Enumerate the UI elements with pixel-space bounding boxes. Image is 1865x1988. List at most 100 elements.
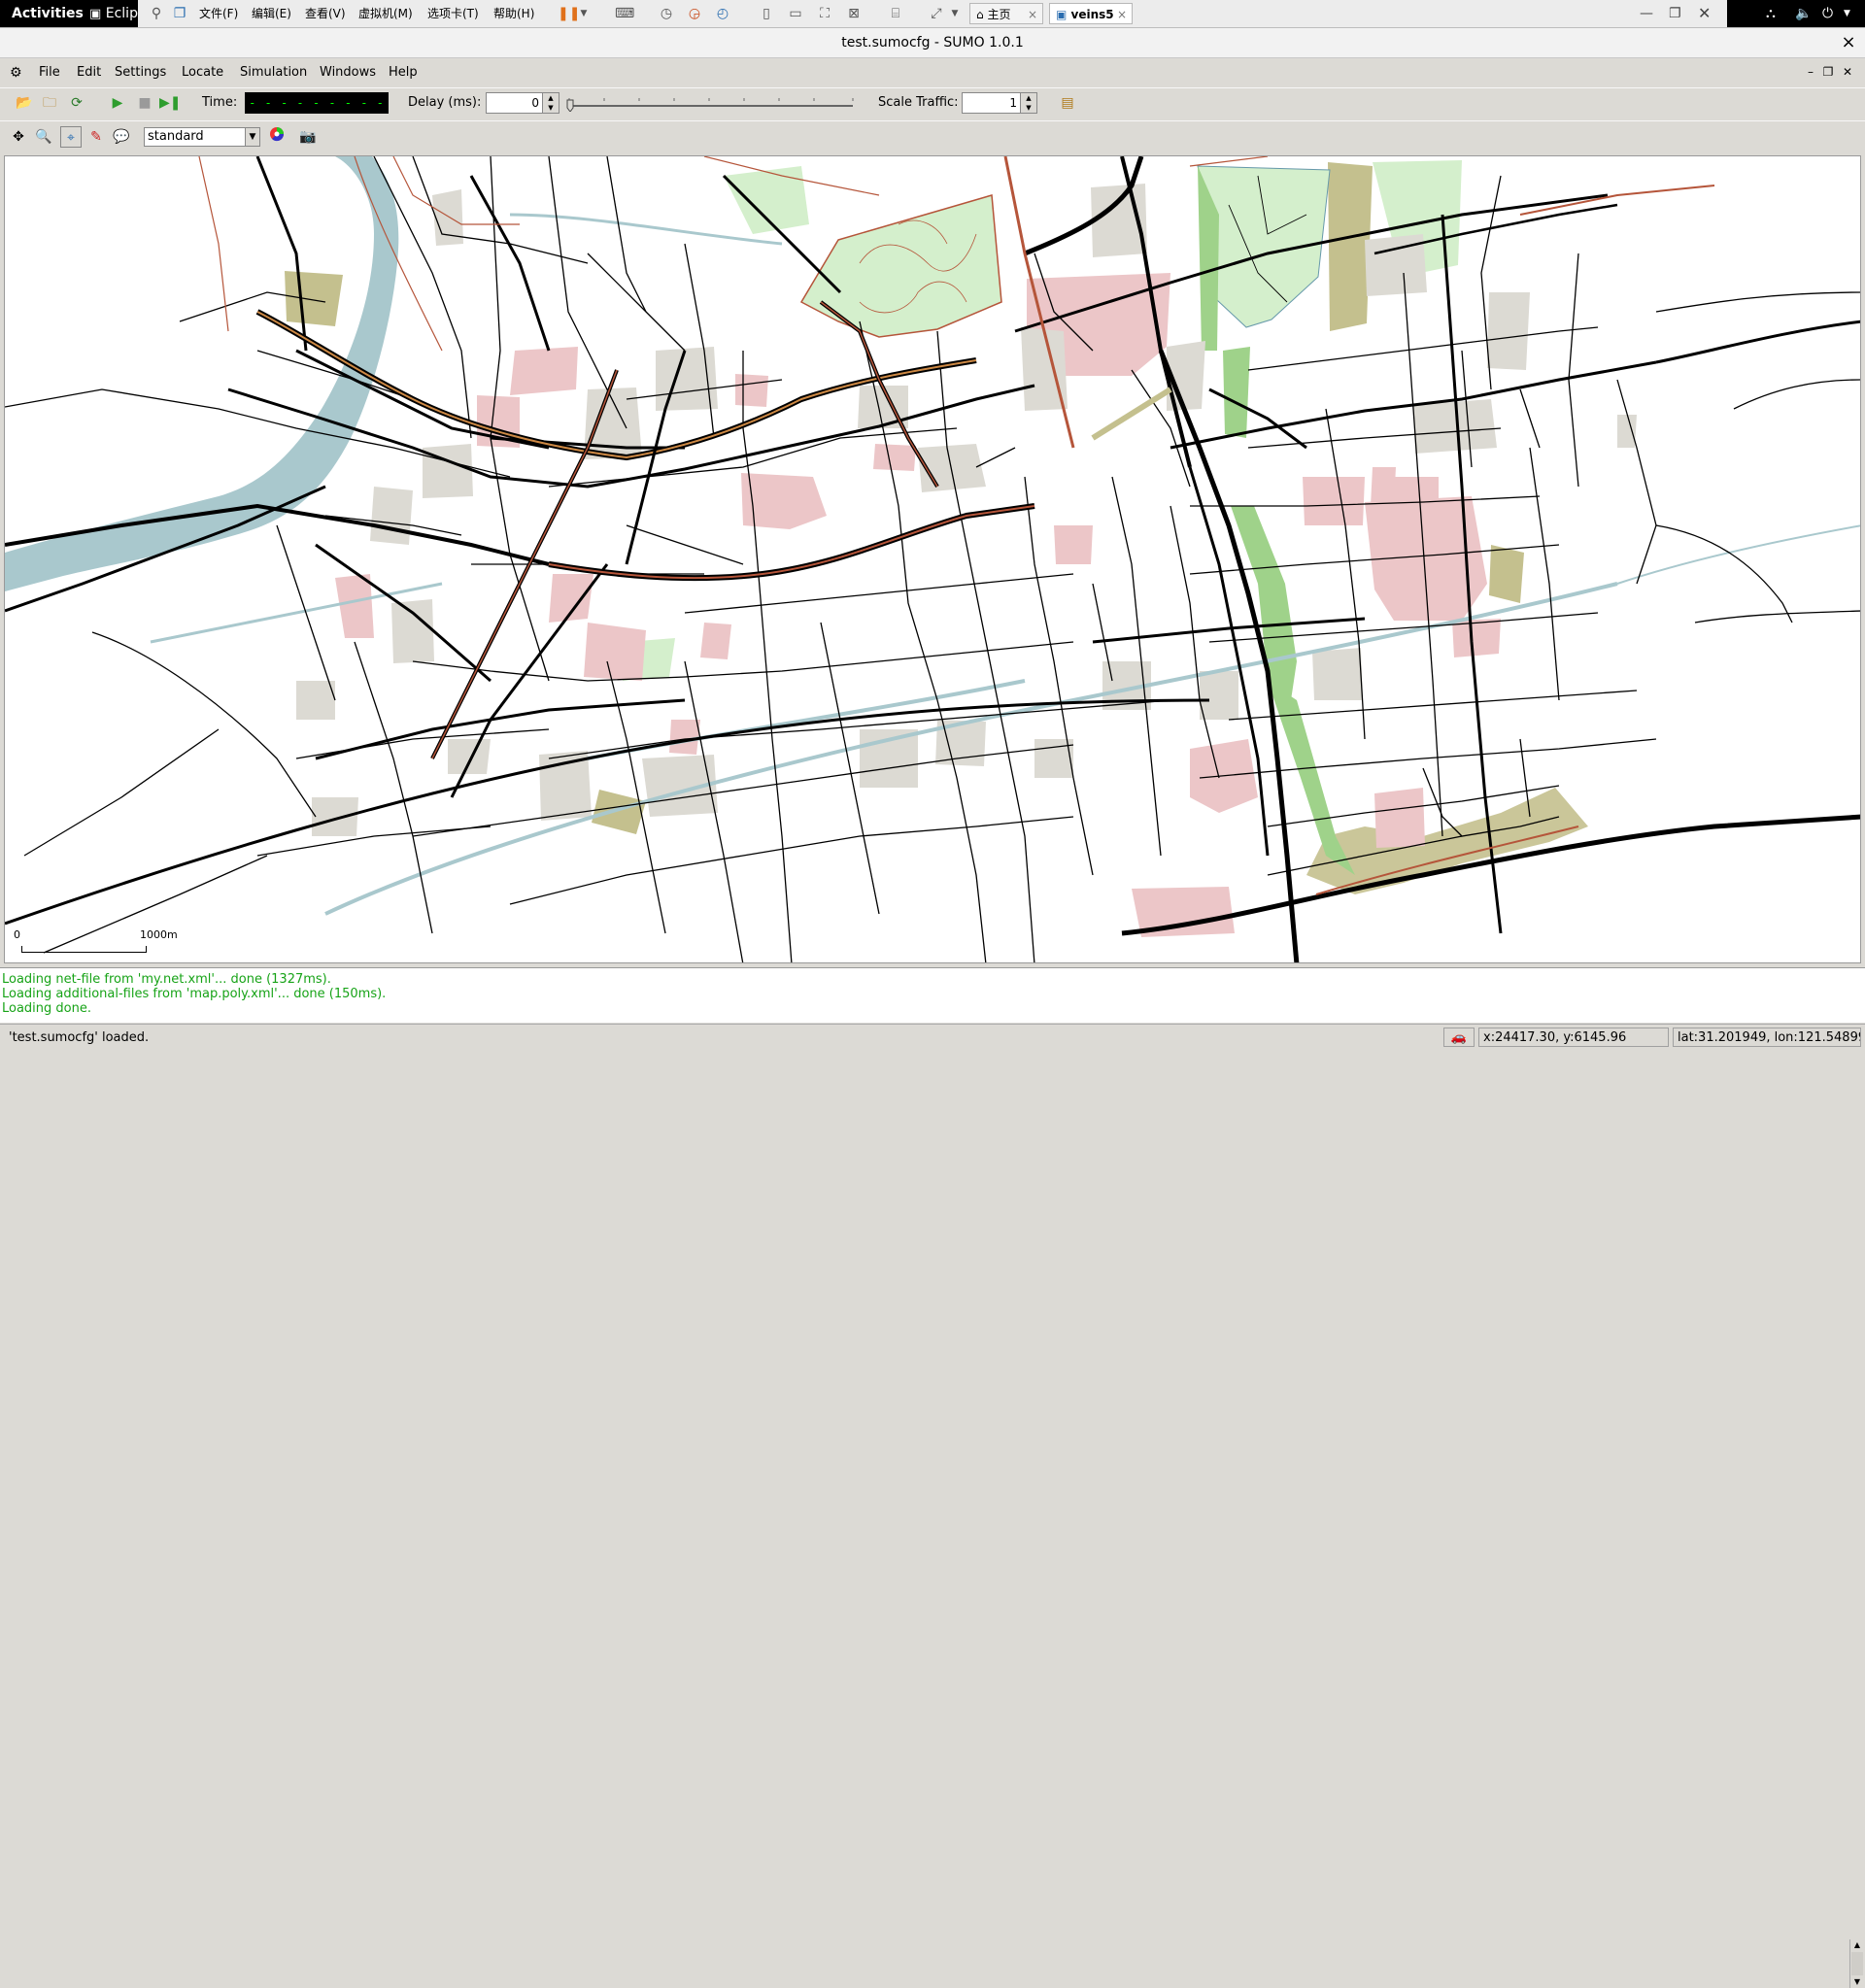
river xyxy=(5,156,399,591)
stretch-icon[interactable]: ⤢ xyxy=(928,5,945,22)
scale-tick-start xyxy=(21,946,22,953)
zoom-icon[interactable]: 🔍 xyxy=(33,126,54,148)
vm-menu-edit[interactable]: 编辑(E) xyxy=(252,0,291,27)
chevron-down-icon[interactable]: ▼ xyxy=(245,128,259,146)
mdi-restore-button[interactable]: ❐ xyxy=(1820,64,1836,80)
message-scrollbar[interactable]: ▲ ▼ xyxy=(1849,1939,1864,1988)
recenter-view-icon[interactable]: ✥ xyxy=(8,126,29,148)
cursor-coordinates: x:24417.30, y:6145.96 xyxy=(1478,1028,1669,1047)
edit-breakpoints-icon[interactable]: ▤ xyxy=(1057,92,1078,114)
screenshot-icon[interactable]: 📷 xyxy=(297,126,319,148)
vm-menu-view[interactable]: 查看(V) xyxy=(305,0,346,27)
pause-dropdown-icon[interactable]: ▼ xyxy=(579,5,589,22)
network-icon[interactable]: ⛬ xyxy=(1766,0,1776,27)
reload-icon[interactable]: ⟳ xyxy=(66,92,87,114)
delay-spin-arrows-icon[interactable]: ▲ ▼ xyxy=(542,93,559,113)
time-label: Time: xyxy=(202,95,238,110)
scroll-thumb[interactable] xyxy=(1851,1952,1863,1975)
home-icon: ⌂ xyxy=(976,8,984,21)
locate-vehicle-icon[interactable]: ✎ xyxy=(85,126,107,148)
message-line: Loading net-file from 'my.net.xml'... do… xyxy=(2,972,331,987)
geo-coordinates: lat:31.201949, lon:121.54899 xyxy=(1673,1028,1861,1047)
vm-menu-vm[interactable]: 虚拟机(M) xyxy=(358,0,413,27)
menu-help[interactable]: Help xyxy=(385,63,422,83)
menu-simulation[interactable]: Simulation xyxy=(236,63,311,83)
window-titlebar: test.sumocfg - SUMO 1.0.1 × xyxy=(0,28,1865,58)
vehicle-status-icon[interactable]: 🚗 xyxy=(1443,1028,1475,1047)
scale-zero-label: 0 xyxy=(14,928,20,941)
message-line: Loading additional-files from 'map.poly.… xyxy=(2,987,387,1001)
color-scheme-select[interactable]: standard ▼ xyxy=(144,127,260,147)
eclipse-taskbar-item[interactable]: ▣ Eclip xyxy=(89,0,138,27)
vm-restore-button[interactable]: ❐ xyxy=(1669,2,1688,25)
send-keys-icon[interactable]: ⌨ xyxy=(615,5,634,22)
delay-spinner[interactable]: 0 ▲ ▼ xyxy=(486,92,560,114)
system-tray: ⛬ 🔈 ⏻ ▼ xyxy=(1727,0,1865,27)
power-icon[interactable]: ⏻ xyxy=(1822,0,1833,27)
snapshot-icon[interactable]: ◷ xyxy=(658,5,675,22)
scale-traffic-label: Scale Traffic: xyxy=(878,95,959,110)
step-icon[interactable]: ▶❚ xyxy=(159,92,182,114)
vm-library-icon[interactable]: ❐ xyxy=(171,5,188,22)
revert-snapshot-icon[interactable]: ◶ xyxy=(686,5,703,22)
pause-icon[interactable]: ❚❚ xyxy=(558,5,580,22)
scale-spin-arrows-icon[interactable]: ▲ ▼ xyxy=(1020,93,1036,113)
map-scale-bar xyxy=(15,156,160,185)
unity-icon[interactable]: ⊠ xyxy=(845,5,863,22)
vm-menu-file[interactable]: 文件(F) xyxy=(199,0,238,27)
menu-settings[interactable]: Settings xyxy=(111,63,170,83)
map-view[interactable] xyxy=(4,155,1861,963)
thumbnail-bar-icon[interactable]: ▭ xyxy=(787,5,804,22)
vm-tab-icon: ▣ xyxy=(1056,8,1068,21)
scroll-down-icon[interactable]: ▼ xyxy=(1850,1976,1864,1988)
mdi-close-button[interactable]: ✕ xyxy=(1840,64,1855,80)
vm-close-button[interactable]: ✕ xyxy=(1698,2,1717,25)
open-simulation-icon[interactable]: 📂 xyxy=(14,92,35,114)
volume-icon[interactable]: 🔈 xyxy=(1795,0,1812,27)
library-view-icon[interactable]: ▯ xyxy=(758,5,775,22)
scroll-up-icon[interactable]: ▲ xyxy=(1850,1939,1864,1951)
vm-menu-tabs[interactable]: 选项卡(T) xyxy=(427,0,479,27)
status-message: 'test.sumocfg' loaded. xyxy=(4,1028,1440,1047)
menu-locate[interactable]: Locate xyxy=(178,63,227,83)
pin-icon[interactable]: ⚲ xyxy=(148,5,165,22)
tab-veins5-close-icon[interactable]: × xyxy=(1117,4,1127,25)
menu-edit[interactable]: Edit xyxy=(73,63,105,83)
stretch-dropdown-icon[interactable]: ▼ xyxy=(950,5,960,22)
road-network-map xyxy=(5,156,1860,962)
console-icon[interactable]: ⌸ xyxy=(887,5,904,22)
menu-windows[interactable]: Windows xyxy=(316,63,380,83)
stop-icon[interactable]: ■ xyxy=(134,92,155,114)
menu-file[interactable]: File xyxy=(35,63,64,83)
activities-button[interactable]: Activities xyxy=(0,0,93,27)
eclipse-icon: ▣ xyxy=(89,7,102,21)
run-icon[interactable]: ▶ xyxy=(107,92,128,114)
vm-minimize-button[interactable]: — xyxy=(1640,2,1659,25)
visualization-settings-icon[interactable] xyxy=(266,126,288,148)
message-window: Loading net-file from 'my.net.xml'... do… xyxy=(0,967,1865,1988)
vm-menu-help[interactable]: 帮助(H) xyxy=(493,0,534,27)
tab-home-close-icon[interactable]: × xyxy=(1028,4,1037,25)
status-bar: 'test.sumocfg' loaded. 🚗 x:24417.30, y:6… xyxy=(0,1024,1865,1050)
tab-home[interactable]: ⌂ 主页 × xyxy=(969,3,1043,24)
message-line: Loading done. xyxy=(2,1001,91,1016)
sumo-app-icon[interactable]: ⚙ xyxy=(10,63,29,83)
tab-veins5[interactable]: ▣ veins5 × xyxy=(1049,3,1133,24)
tooltips-icon[interactable]: 💬 xyxy=(111,126,132,148)
delay-slider[interactable] xyxy=(565,96,857,112)
window-close-button[interactable]: × xyxy=(1839,28,1858,57)
system-menu-arrow-icon[interactable]: ▼ xyxy=(1844,0,1850,27)
scale-end-label: 1000m xyxy=(140,928,178,941)
color-scheme-value: standard xyxy=(148,129,204,144)
eclipse-label: Eclip xyxy=(105,6,138,21)
fullscreen-icon[interactable]: ⛶ xyxy=(816,5,833,22)
canals xyxy=(150,213,1860,916)
tab-veins5-label: veins5 xyxy=(1070,8,1114,21)
scale-traffic-spinner[interactable]: 1 ▲ ▼ xyxy=(962,92,1037,114)
delay-value: 0 xyxy=(531,96,539,110)
mdi-minimize-button[interactable]: – xyxy=(1803,64,1818,80)
locate-junction-icon[interactable]: ⌖ xyxy=(60,126,82,148)
tab-home-label: 主页 xyxy=(987,8,1011,21)
open-network-icon[interactable]: 🗀 xyxy=(39,92,60,114)
snapshot-manager-icon[interactable]: ◴ xyxy=(714,5,731,22)
